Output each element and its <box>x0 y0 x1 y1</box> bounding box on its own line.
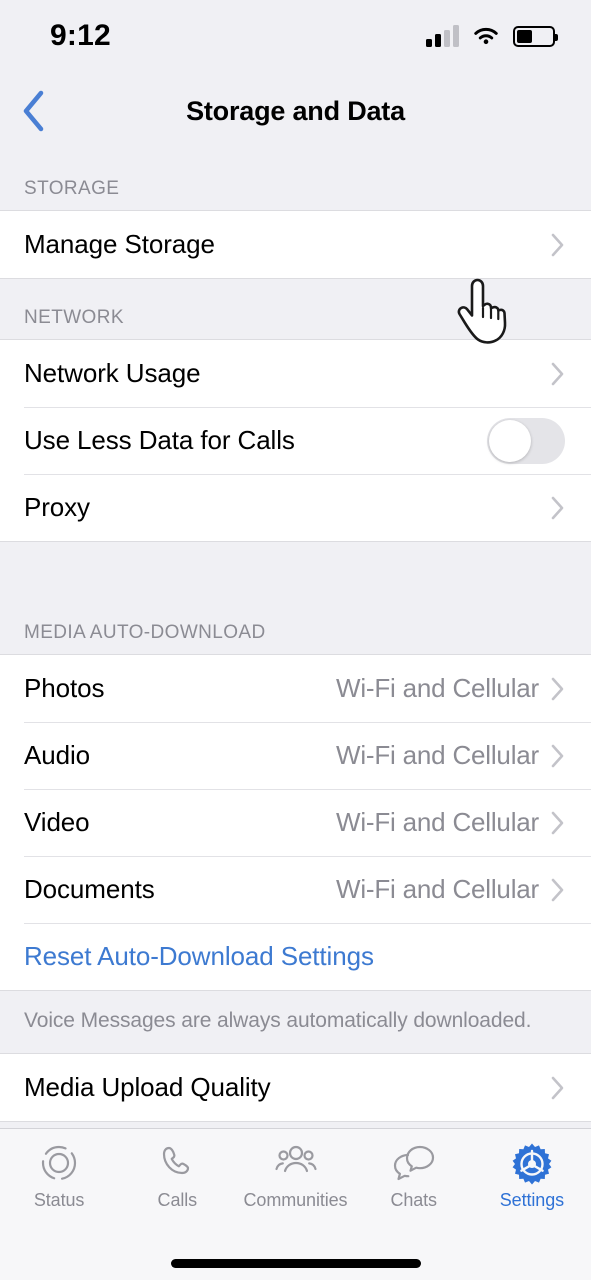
chevron-right-icon <box>551 878 564 901</box>
status-bar-time: 9:12 <box>50 19 111 52</box>
row-label: Documents <box>24 874 155 904</box>
row-label: Use Less Data for Calls <box>24 425 295 455</box>
status-bar-icons <box>426 25 558 47</box>
settings-list: STORAGE Manage Storage NETWORK Network U… <box>0 150 591 1128</box>
row-use-less-data-for-calls[interactable]: Use Less Data for Calls <box>0 407 591 474</box>
row-network-usage[interactable]: Network Usage <box>0 340 591 407</box>
home-indicator-area <box>0 1246 591 1280</box>
section-header-storage: STORAGE <box>0 150 591 210</box>
status-ring-icon <box>41 1145 77 1181</box>
row-label: Manage Storage <box>24 229 215 259</box>
row-label: Network Usage <box>24 358 201 388</box>
row-label: Proxy <box>24 492 90 522</box>
row-reset-auto-download-settings[interactable]: Reset Auto-Download Settings <box>0 923 591 990</box>
tab-label: Calls <box>157 1190 198 1210</box>
section-group-media-auto-download: Photos Wi-Fi and Cellular Audio Wi-Fi an… <box>0 654 591 991</box>
section-header-media-auto-download: MEDIA AUTO-DOWNLOAD <box>0 598 591 654</box>
tab-label: Status <box>33 1190 85 1210</box>
row-documents[interactable]: Documents Wi-Fi and Cellular <box>0 856 591 923</box>
gear-icon <box>512 1143 552 1185</box>
row-audio[interactable]: Audio Wi-Fi and Cellular <box>0 722 591 789</box>
chat-bubbles-icon <box>393 1145 434 1181</box>
row-label: Video <box>24 807 90 837</box>
chevron-left-icon <box>23 90 44 132</box>
chevron-right-icon <box>551 811 564 834</box>
tab-calls[interactable]: Calls <box>118 1141 236 1211</box>
communities-people-icon <box>274 1145 317 1173</box>
row-value: Wi-Fi and Cellular <box>335 807 539 837</box>
tab-bar: Status Calls Communities Chats Settings <box>0 1128 591 1246</box>
row-photos[interactable]: Photos Wi-Fi and Cellular <box>0 655 591 722</box>
section-group-network: Network Usage Use Less Data for Calls Pr… <box>0 339 591 542</box>
cellular-signal-icon <box>426 25 459 47</box>
chevron-right-icon <box>551 233 564 256</box>
media-auto-download-footer: Voice Messages are always automatically … <box>0 991 591 1053</box>
row-value: Wi-Fi and Cellular <box>335 740 539 770</box>
tab-label: Settings <box>499 1190 565 1210</box>
wifi-icon <box>474 28 498 45</box>
toggle-knob <box>489 419 531 462</box>
row-video[interactable]: Video Wi-Fi and Cellular <box>0 789 591 856</box>
row-manage-storage[interactable]: Manage Storage <box>0 211 591 278</box>
chevron-right-icon <box>551 744 564 767</box>
chevron-right-icon <box>551 496 564 519</box>
tab-communities[interactable]: Communities <box>236 1141 354 1211</box>
section-group-storage: Manage Storage <box>0 210 591 279</box>
chevron-right-icon <box>551 362 564 385</box>
section-header-network: NETWORK <box>0 279 591 339</box>
home-indicator[interactable] <box>170 1258 421 1268</box>
row-label: Photos <box>24 673 105 703</box>
status-bar: 9:12 <box>0 0 591 72</box>
tab-settings[interactable]: Settings <box>473 1141 591 1211</box>
chevron-right-icon <box>551 677 564 700</box>
battery-icon <box>513 25 558 47</box>
tab-label: Communities <box>243 1190 348 1210</box>
phone-icon <box>163 1146 190 1175</box>
row-label: Media Upload Quality <box>24 1072 271 1102</box>
tab-label: Chats <box>390 1190 437 1210</box>
use-less-data-toggle[interactable] <box>487 417 565 464</box>
tab-chats[interactable]: Chats <box>355 1141 473 1211</box>
row-value: Wi-Fi and Cellular <box>335 673 539 703</box>
chevron-right-icon <box>551 1076 564 1099</box>
row-proxy[interactable]: Proxy <box>0 474 591 541</box>
section-spacer <box>0 542 591 598</box>
navigation-bar: Storage and Data <box>0 72 591 150</box>
section-group-media-upload-quality: Media Upload Quality <box>0 1053 591 1122</box>
row-label: Audio <box>24 740 90 770</box>
back-button[interactable] <box>8 85 60 137</box>
tab-status[interactable]: Status <box>0 1141 118 1211</box>
row-media-upload-quality[interactable]: Media Upload Quality <box>0 1054 591 1121</box>
row-value: Wi-Fi and Cellular <box>335 874 539 904</box>
page-title: Storage and Data <box>186 95 405 126</box>
phone-screen: 9:12 Storage and Data STORAGE Manage Sto… <box>0 0 591 1280</box>
row-label: Reset Auto-Download Settings <box>24 941 374 971</box>
